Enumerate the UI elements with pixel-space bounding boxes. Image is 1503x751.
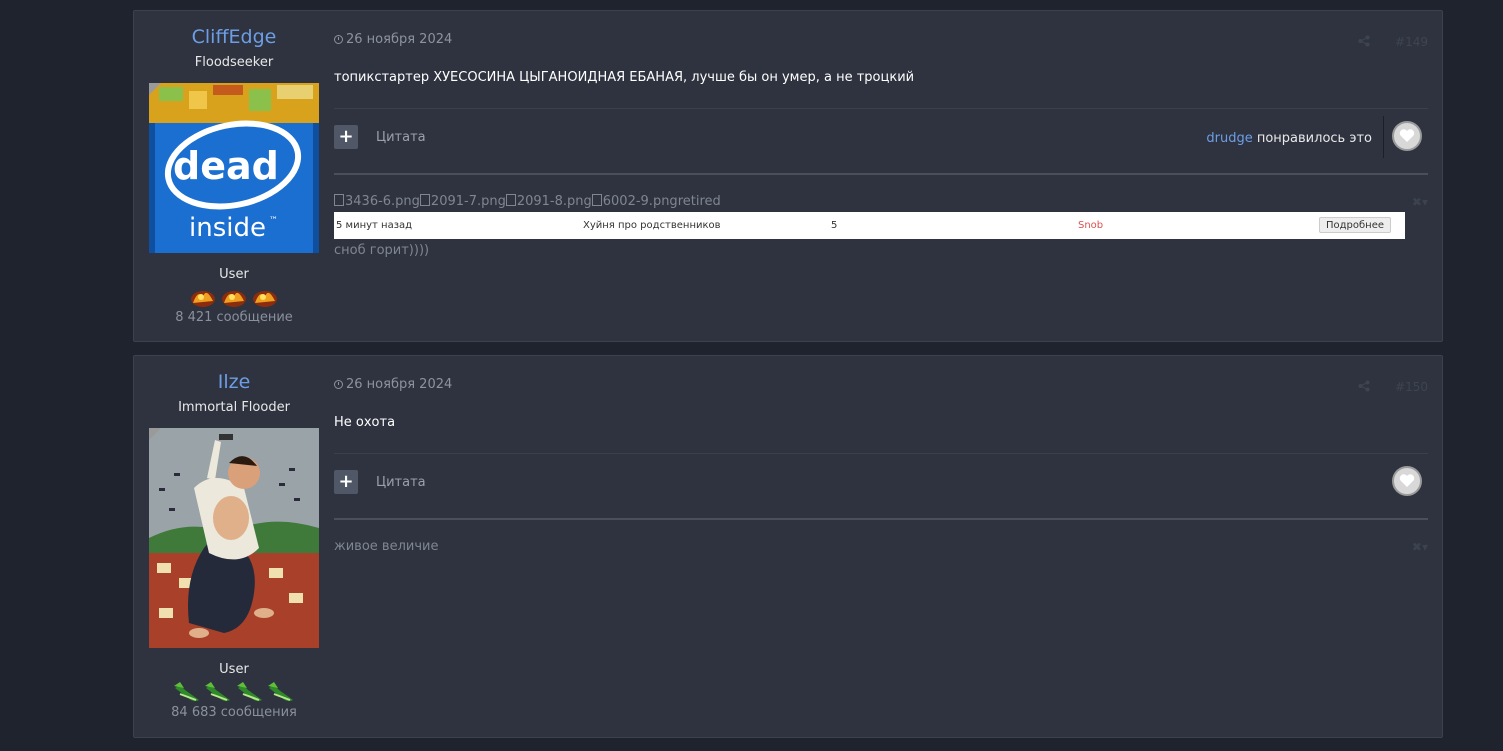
quote-button[interactable]: Цитата [376,130,426,145]
reputation-badges [134,285,334,313]
avatar-text-inside: inside [189,213,266,243]
user-group: User [219,662,249,677]
plus-icon: + [338,471,354,492]
row-time: 5 минут назад [336,220,413,231]
signature-image: 6002-9.png [591,194,678,209]
avatar-text-tm: ™ [269,216,278,226]
divider [334,108,1428,109]
like-button[interactable] [1392,466,1422,496]
signature-suffix: retired [677,194,721,209]
user-group: User [219,267,249,282]
signature-text: сноб горит)))) [334,243,430,258]
post-date[interactable]: 26 ноября 2024 [334,32,452,47]
row-topic: Хуйня про родственников [583,220,721,231]
post-149: CliffEdge Floodseeker dead inside ™ User [133,10,1443,342]
post-count: 84 683 сообщения [171,705,297,720]
broken-image-icon [591,194,602,206]
row-replies: 5 [831,220,838,231]
heart-icon [1399,129,1415,142]
like-text: понравилось это [1252,131,1372,146]
divider [334,453,1428,454]
chevron-down-icon[interactable]: ▾ [1422,195,1428,209]
post-date[interactable]: 26 ноября 2024 [334,377,452,392]
signature-text: живое величие [334,539,439,554]
multiquote-button[interactable]: + [334,125,358,149]
cucumber-badge-icon [174,682,200,702]
quote-button[interactable]: Цитата [376,475,426,490]
author-name-link[interactable]: CliffEdge [134,26,334,48]
avatar-text-dead: dead [173,144,279,188]
post-count: 8 421 сообщение [175,310,293,325]
signature-table-row: 5 минут назад Хуйня про родственников 5 … [334,212,1405,239]
cucumber-badge-icon [205,682,231,702]
fire-badge-icon [253,291,278,307]
post-number-link[interactable]: #150 [1395,380,1428,394]
signature-image: 2091-7.png [419,194,506,209]
signature-image: 3436-6.png [334,194,420,209]
painting-avatar-image [149,428,319,648]
cucumber-badge-icon [236,682,262,702]
multiquote-button[interactable]: + [334,470,358,494]
author-title: Immortal Flooder [178,400,290,415]
details-button[interactable]: Подробнее [1318,217,1391,233]
clock-icon [334,380,343,389]
close-icon[interactable]: ✖ [1412,195,1422,209]
heart-icon [1399,474,1415,487]
like-info: drudge понравилось это [1206,131,1372,146]
fire-badge-icon [222,291,246,307]
liker-link[interactable]: drudge [1206,131,1252,146]
dead-inside-avatar-image: dead inside ™ [149,83,319,253]
clock-icon [334,35,343,44]
post-date-text: 26 ноября 2024 [346,32,453,47]
signature-images: 3436-6.png 2091-7.png 2091-8.png 6002-9.png… [334,194,721,209]
chevron-down-icon[interactable]: ▾ [1422,540,1428,554]
share-icon[interactable] [1358,35,1370,47]
fire-badge-icon [190,291,215,307]
signature-divider [334,173,1428,175]
signature-tools[interactable]: ✖▾ [1412,195,1428,209]
reputation-badges [134,680,334,708]
post-number-link[interactable]: #149 [1395,35,1428,49]
broken-image-icon [334,194,344,206]
row-user: Snob [1078,220,1104,231]
broken-image-icon [419,194,430,206]
post-150: Ilze Immortal Flooder User 84 683 сообще… [133,355,1443,738]
post-text: Не охота [334,415,396,430]
signature-tools[interactable]: ✖▾ [1412,540,1428,554]
author-name-link[interactable]: Ilze [134,371,334,393]
cucumber-badge-icon [267,682,293,702]
signature-image: 2091-8.png [505,194,592,209]
avatar[interactable] [149,428,319,648]
share-icon[interactable] [1358,380,1370,392]
online-indicator [149,428,161,440]
online-indicator [149,83,161,95]
avatar[interactable]: dead inside ™ [149,83,319,253]
plus-icon: + [338,126,354,147]
like-divider [1383,116,1384,158]
post-text: топикстартер ХУЕСОСИНА ЦЫГАНОИДНАЯ ЕБАНА… [334,70,915,85]
post-date-text: 26 ноября 2024 [346,377,453,392]
signature-divider [334,518,1428,520]
broken-image-icon [505,194,516,206]
like-button[interactable] [1392,121,1422,151]
close-icon[interactable]: ✖ [1412,540,1422,554]
author-title: Floodseeker [194,55,274,70]
